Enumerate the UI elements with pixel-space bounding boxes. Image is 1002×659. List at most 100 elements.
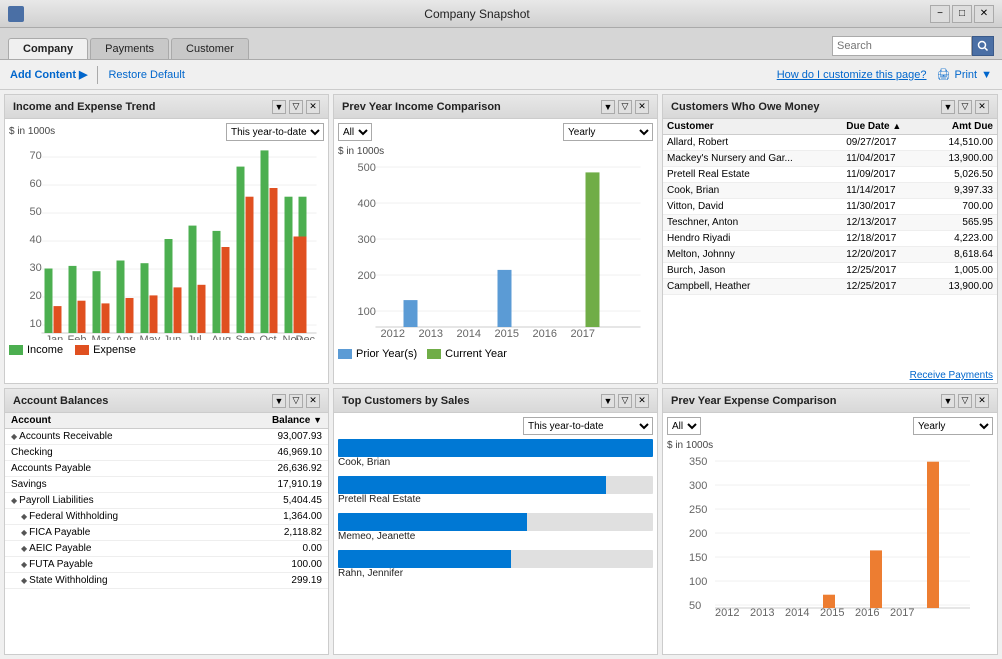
prev-expense-close[interactable]: ✕ [975, 394, 989, 408]
income-expense-body: $ in 1000s This year-to-date 70 60 50 40… [5, 119, 328, 383]
prev-expense-filter2[interactable]: Yearly [913, 417, 993, 435]
minimize-btn[interactable]: − [930, 5, 950, 23]
income-expense-collapse[interactable]: ▼ [272, 100, 286, 114]
prev-expense-body: All Yearly $ in 1000s 350 300 250 200 15… [663, 413, 997, 654]
svg-text:40: 40 [30, 234, 42, 246]
prev-expense-title: Prev Year Expense Comparison [671, 395, 837, 407]
income-expense-panel: Income and Expense Trend ▼ ▽ ✕ $ in 1000… [4, 94, 329, 384]
prev-year-income-title: Prev Year Income Comparison [342, 101, 501, 113]
bar-fill [338, 476, 606, 494]
income-expense-close[interactable]: ✕ [306, 100, 320, 114]
account-balances-title: Account Balances [13, 395, 108, 407]
restore-default-link[interactable]: Restore Default [108, 69, 184, 81]
bar-track [338, 550, 653, 568]
close-btn[interactable]: ✕ [974, 5, 994, 23]
income-expense-dropdown[interactable]: This year-to-date [226, 123, 324, 141]
income-expense-ylabel: $ in 1000s [9, 126, 55, 137]
svg-text:150: 150 [689, 552, 707, 564]
print-button[interactable]: 🖨 Print ▼ [937, 68, 992, 81]
prev-expense-svg: 350 300 250 200 150 100 50 [667, 453, 993, 618]
bar-fill [338, 513, 527, 531]
svg-text:Aug: Aug [212, 334, 232, 340]
legend-current-year: Current Year [427, 348, 507, 360]
table-row: ◆Federal Withholding1,364.00 [5, 509, 328, 525]
svg-text:Jan: Jan [46, 334, 64, 340]
income-expense-header: Income and Expense Trend ▼ ▽ ✕ [5, 95, 328, 119]
toolbar: Add Content ▶ Restore Default How do I c… [0, 60, 1002, 90]
search-input[interactable] [832, 36, 972, 56]
customers-collapse[interactable]: ▼ [941, 100, 955, 114]
account-balances-body: Account Balance ▼ ◆Accounts Receivable93… [5, 413, 328, 654]
table-row: ◆AEIC Payable0.00 [5, 541, 328, 557]
col-amt-due: Amt Due [927, 119, 997, 135]
svg-text:2014: 2014 [457, 328, 481, 340]
accounts-close[interactable]: ✕ [306, 394, 320, 408]
prev-year-income-close[interactable]: ✕ [635, 100, 649, 114]
title-bar: Company Snapshot − □ ✕ [0, 0, 1002, 28]
top-customers-bars: Cook, Brian Pretell Real Estate Memeo, J… [338, 439, 653, 579]
legend-prior-year: Prior Year(s) [338, 348, 417, 360]
tab-company[interactable]: Company [8, 38, 88, 59]
top-cust-collapse[interactable]: ▼ [601, 394, 615, 408]
app-icon [8, 6, 24, 22]
bar-track [338, 513, 653, 531]
tab-payments[interactable]: Payments [90, 38, 169, 59]
svg-text:Apr: Apr [116, 334, 133, 340]
maximize-btn[interactable]: □ [952, 5, 972, 23]
top-customers-dropdown[interactable]: This year-to-date [523, 417, 653, 435]
prev-year-income-svg: 500 400 300 200 100 [338, 159, 653, 344]
svg-text:350: 350 [689, 456, 707, 468]
income-expense-legend: Income Expense [9, 344, 324, 356]
col-account: Account [5, 413, 217, 429]
list-item: Pretell Real Estate [338, 476, 653, 505]
top-cust-close[interactable]: ✕ [635, 394, 649, 408]
prev-year-income-filter2[interactable]: Yearly [563, 123, 653, 141]
accounts-menu[interactable]: ▽ [289, 394, 303, 408]
accounts-collapse[interactable]: ▼ [272, 394, 286, 408]
top-customers-controls: ▼ ▽ ✕ [601, 394, 649, 408]
table-row: Melton, Johnny12/20/20178,618.64 [663, 247, 997, 263]
table-row: Allard, Robert09/27/201714,510.00 [663, 135, 997, 151]
prev-year-income-filter1[interactable]: All [338, 123, 372, 141]
top-cust-menu[interactable]: ▽ [618, 394, 632, 408]
svg-text:2017: 2017 [890, 607, 914, 618]
table-row: Hendro Riyadi12/18/20174,223.00 [663, 231, 997, 247]
search-btn[interactable] [972, 36, 994, 56]
bar-track [338, 439, 653, 457]
customers-owe-title: Customers Who Owe Money [671, 101, 820, 113]
toolbar-divider [97, 66, 98, 84]
prev-year-income-header: Prev Year Income Comparison ▼ ▽ ✕ [334, 95, 657, 119]
svg-text:60: 60 [30, 178, 42, 190]
prev-year-income-filters: All Yearly [338, 123, 653, 141]
svg-text:100: 100 [358, 306, 376, 318]
customers-table-scroll: Customer Due Date ▲ Amt Due Allard, Robe… [663, 119, 997, 368]
add-content-button[interactable]: Add Content ▶ [10, 68, 87, 81]
list-item: Rahn, Jennifer [338, 550, 653, 579]
income-expense-title: Income and Expense Trend [13, 101, 155, 113]
prev-expense-collapse[interactable]: ▼ [941, 394, 955, 408]
income-expense-chart: 70 60 50 40 30 20 10 [9, 145, 324, 340]
svg-text:Jun: Jun [164, 334, 182, 340]
prev-expense-filter1[interactable]: All [667, 417, 701, 435]
prev-year-income-controls: ▼ ▽ ✕ [601, 100, 649, 114]
prev-expense-menu[interactable]: ▽ [958, 394, 972, 408]
prev-year-income-legend: Prior Year(s) Current Year [338, 348, 653, 360]
svg-text:400: 400 [358, 198, 376, 210]
table-row: ◆Accounts Receivable93,007.93 [5, 429, 328, 445]
svg-text:Sep: Sep [236, 334, 256, 340]
legend-expense-color [75, 345, 89, 355]
prev-year-income-collapse[interactable]: ▼ [601, 100, 615, 114]
svg-text:300: 300 [358, 234, 376, 246]
prev-year-income-chart: 500 400 300 200 100 [338, 159, 653, 344]
prev-year-income-menu[interactable]: ▽ [618, 100, 632, 114]
income-expense-menu[interactable]: ▽ [289, 100, 303, 114]
svg-text:10: 10 [30, 318, 42, 330]
customers-close[interactable]: ✕ [975, 100, 989, 114]
customers-menu[interactable]: ▽ [958, 100, 972, 114]
prev-year-income-panel: Prev Year Income Comparison ▼ ▽ ✕ All Ye… [333, 94, 658, 384]
receive-payments-link[interactable]: Receive Payments [663, 368, 997, 383]
svg-text:2012: 2012 [381, 328, 405, 340]
help-customize-link[interactable]: How do I customize this page? [777, 69, 927, 81]
customers-owe-body: Customer Due Date ▲ Amt Due Allard, Robe… [663, 119, 997, 383]
tab-customer[interactable]: Customer [171, 38, 249, 59]
